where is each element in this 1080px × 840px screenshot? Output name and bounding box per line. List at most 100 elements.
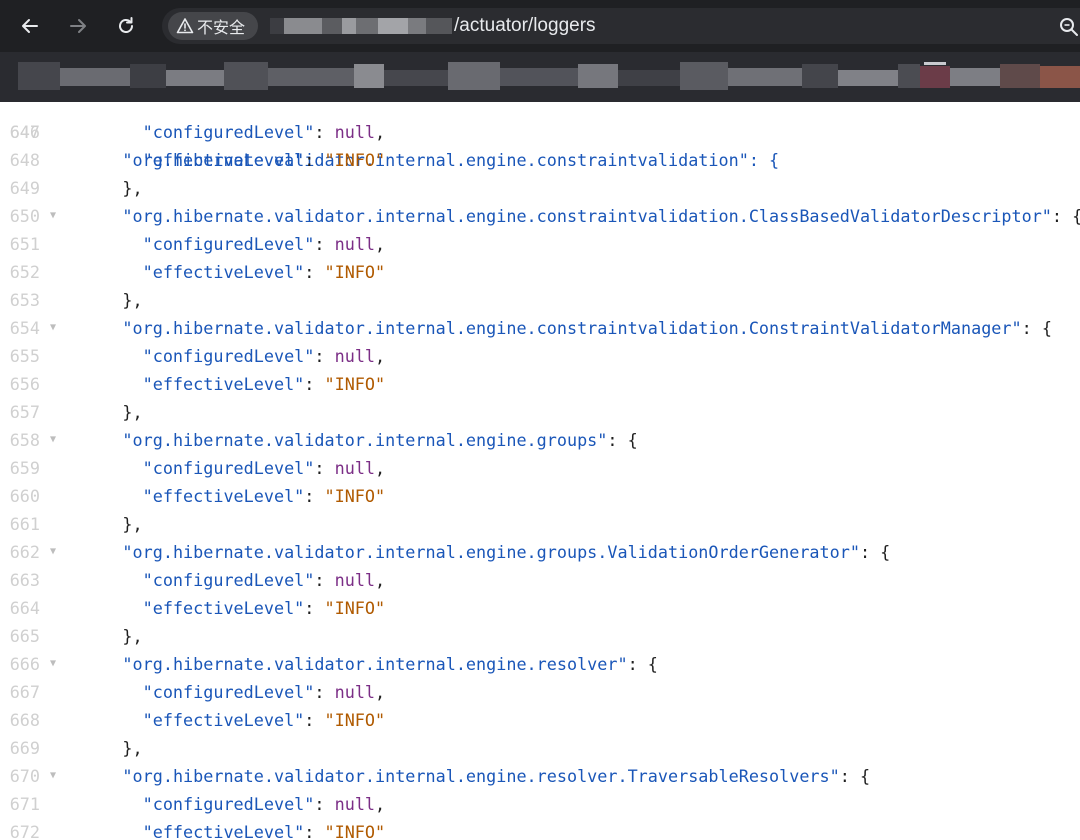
json-value: "INFO" <box>324 374 386 394</box>
reload-button[interactable] <box>110 10 142 42</box>
json-punctuation: : { <box>839 766 871 786</box>
code-text: "configuredLevel": null, <box>82 230 386 258</box>
zoom-icon[interactable] <box>1058 16 1080 38</box>
json-punctuation: : <box>314 682 335 702</box>
code-line: 647 "configuredLevel": null, <box>0 118 1080 146</box>
json-null: null <box>334 122 376 142</box>
json-punctuation: : <box>304 710 325 730</box>
code-line: 661 }, <box>0 510 1080 538</box>
fold-toggle-icon[interactable]: ▼ <box>50 650 56 678</box>
line-number: 659 <box>9 458 40 478</box>
code-text: }, <box>82 622 143 650</box>
code-line: 672 "effectiveLevel": "INFO" <box>0 818 1080 840</box>
fold-toggle-icon[interactable]: ▼ <box>50 762 56 790</box>
security-indicator[interactable]: 不安全 <box>168 12 258 40</box>
json-viewer[interactable]: 646 "org.hibernate.validator.internal.en… <box>0 102 1080 840</box>
line-number: 655 <box>9 346 40 366</box>
json-null: null <box>334 794 376 814</box>
code-line: 655 "configuredLevel": null, <box>0 342 1080 370</box>
json-punctuation: , <box>375 346 386 366</box>
json-null: null <box>334 682 376 702</box>
json-punctuation: : <box>304 486 325 506</box>
json-punctuation: : <box>314 346 335 366</box>
code-text: "effectiveLevel": "INFO" <box>82 370 386 398</box>
json-punctuation: : <box>314 122 335 142</box>
json-value: "INFO" <box>324 486 386 506</box>
json-value: "INFO" <box>324 710 386 730</box>
json-punctuation: }, <box>122 626 143 646</box>
code-text: "configuredLevel": null, <box>82 678 386 706</box>
json-key: "org.hibernate.validator.internal.engine… <box>122 430 608 450</box>
line-number: 650 <box>9 206 40 226</box>
fold-toggle-icon[interactable]: ▼ <box>50 202 56 230</box>
json-key: "configuredLevel" <box>142 234 315 254</box>
line-number: 654 <box>9 318 40 338</box>
code-text: }, <box>82 734 143 762</box>
json-punctuation: : <box>314 458 335 478</box>
line-number: 670 <box>9 766 40 786</box>
fold-toggle-icon[interactable]: ▼ <box>50 426 56 454</box>
json-key: "effectiveLevel" <box>142 710 305 730</box>
code-line: 664 "effectiveLevel": "INFO" <box>0 594 1080 622</box>
line-number: 647 <box>9 122 40 142</box>
code-text: "org.hibernate.validator.internal.engine… <box>82 762 870 790</box>
json-punctuation: : <box>304 262 325 282</box>
forward-button[interactable] <box>62 10 94 42</box>
json-key: "configuredLevel" <box>142 682 315 702</box>
line-number: 664 <box>9 598 40 618</box>
fold-toggle-icon[interactable]: ▼ <box>50 314 56 342</box>
json-key: "configuredLevel" <box>142 458 315 478</box>
code-text: }, <box>82 510 143 538</box>
json-punctuation: }, <box>122 402 143 422</box>
json-key: "effectiveLevel" <box>142 822 305 840</box>
json-key: "configuredLevel" <box>142 346 315 366</box>
fold-toggle-icon[interactable]: ▼ <box>50 538 56 566</box>
json-value: "INFO" <box>324 262 386 282</box>
json-null: null <box>334 458 376 478</box>
json-key: "configuredLevel" <box>142 570 315 590</box>
json-punctuation: }, <box>122 738 143 758</box>
json-key: "org.hibernate.validator.internal.engine… <box>122 206 1052 226</box>
json-punctuation: }, <box>122 514 143 534</box>
code-text: "configuredLevel": null, <box>82 342 386 370</box>
code-text: "org.hibernate.validator.internal.engine… <box>82 202 1080 230</box>
code-line: 650 ▼ "org.hibernate.validator.internal.e… <box>0 202 1080 230</box>
code-line: 646 "org.hibernate.validator.internal.en… <box>0 102 1080 170</box>
code-text: "org.hibernate.validator.internal.engine… <box>82 314 1052 342</box>
code-text: "org.hibernate.validator.internal.engine… <box>82 538 890 566</box>
code-line: 659 "configuredLevel": null, <box>0 454 1080 482</box>
code-line: 654 ▼ "org.hibernate.validator.internal.e… <box>0 314 1080 342</box>
json-value: "INFO" <box>324 598 386 618</box>
code-text: "effectiveLevel": "INFO" <box>82 594 386 622</box>
json-punctuation: , <box>375 234 386 254</box>
json-null: null <box>334 346 376 366</box>
code-line: 663 "configuredLevel": null, <box>0 566 1080 594</box>
code-line: 660 "effectiveLevel": "INFO" <box>0 482 1080 510</box>
code-text: "effectiveLevel": "INFO" <box>82 482 386 510</box>
code-line: 665 }, <box>0 622 1080 650</box>
url-path[interactable]: /actuator/loggers <box>454 15 596 37</box>
json-key: "configuredLevel" <box>142 794 315 814</box>
code-text: "effectiveLevel": "INFO" <box>82 706 386 734</box>
redacted-bookmarks-bar <box>0 52 1080 102</box>
back-button[interactable] <box>14 10 46 42</box>
json-key: "org.hibernate.validator.internal.engine… <box>122 654 628 674</box>
code-text: }, <box>82 174 142 202</box>
code-text: "effectiveLevel": "INFO" <box>82 146 386 174</box>
json-key: "configuredLevel" <box>142 122 315 142</box>
json-key: "org.hibernate.validator.internal.engine… <box>122 766 840 786</box>
code-line: 669 }, <box>0 734 1080 762</box>
json-punctuation: : <box>304 598 325 618</box>
code-line: 653 }, <box>0 286 1080 314</box>
line-number: 660 <box>9 486 40 506</box>
code-line: 662 ▼ "org.hibernate.validator.internal.e… <box>0 538 1080 566</box>
code-text: }, <box>82 398 143 426</box>
json-punctuation: : <box>314 234 335 254</box>
code-line: 668 "effectiveLevel": "INFO" <box>0 706 1080 734</box>
json-key: "org.hibernate.validator.internal.engine… <box>122 318 1022 338</box>
json-punctuation: , <box>375 570 386 590</box>
arrow-left-icon <box>22 19 38 33</box>
code-text: "effectiveLevel": "INFO" <box>82 258 386 286</box>
code-line: 651 "configuredLevel": null, <box>0 230 1080 258</box>
json-punctuation: , <box>375 122 386 142</box>
